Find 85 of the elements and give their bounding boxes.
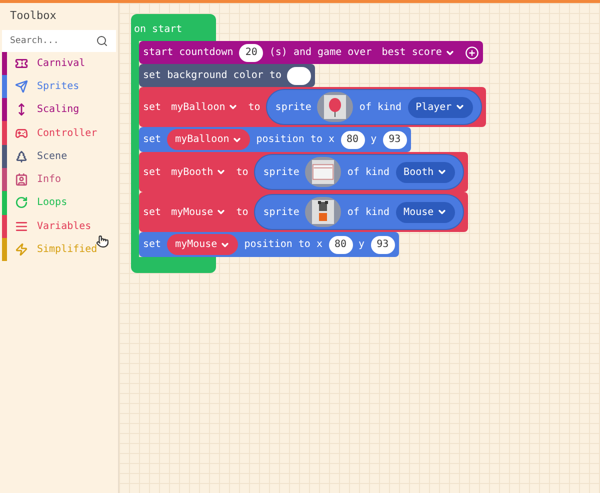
- search-icon: [96, 34, 108, 46]
- category-label: Sprites: [37, 80, 80, 94]
- reporter-label: sprite: [275, 100, 312, 114]
- block-label: set: [143, 238, 162, 252]
- reporter-label: of kind: [347, 166, 390, 180]
- block-label: to: [248, 100, 260, 114]
- code-block[interactable]: set myMouse to sprite of kind Mouse: [139, 192, 468, 232]
- block-label: set: [143, 206, 162, 220]
- reporter-label: sprite: [263, 206, 300, 220]
- loop-arrow-icon: [15, 196, 28, 210]
- caret-icon: [228, 102, 238, 112]
- category-label: Variables: [37, 220, 92, 234]
- sprite-reporter[interactable]: sprite of kind Player: [266, 89, 482, 125]
- hand-cursor-icon: [96, 235, 109, 248]
- lightning-icon: [15, 243, 28, 256]
- caret-icon: [454, 102, 465, 112]
- block-label: to: [236, 206, 248, 220]
- reporter-label: of kind: [359, 100, 402, 114]
- ticket-icon: [15, 56, 28, 70]
- toolbox-category[interactable]: Variables: [2, 214, 118, 238]
- variable-dropdown[interactable]: myBooth: [167, 164, 230, 180]
- code-block[interactable]: set myBalloon to sprite of kind Player: [139, 87, 486, 127]
- mouse-sprite-icon: [316, 201, 330, 223]
- toolbox-category[interactable]: Scene: [2, 144, 118, 168]
- add-icon[interactable]: [464, 46, 479, 60]
- gamepad-icon: [15, 126, 28, 140]
- block-label: position to x: [256, 133, 335, 147]
- search-field[interactable]: Search...: [2, 30, 116, 52]
- block-label: y: [370, 133, 377, 147]
- caret-icon: [216, 207, 226, 217]
- category-label: Scaling: [37, 103, 80, 118]
- paper-plane-icon: [15, 80, 28, 93]
- toolbox-category[interactable]: Controller: [2, 121, 118, 145]
- reporter-label: sprite: [263, 166, 300, 180]
- category-label: Scene: [37, 150, 68, 164]
- code-block[interactable]: set myMouse position to x 80 y 93: [139, 232, 399, 257]
- contact-card-icon: [15, 173, 28, 186]
- number-input[interactable]: 80: [328, 236, 353, 254]
- number-input[interactable]: 93: [382, 130, 407, 148]
- category-label: Info: [37, 173, 62, 188]
- toolbox-title: Toolbox: [10, 9, 56, 22]
- lines-icon: [15, 220, 28, 233]
- kind-dropdown[interactable]: Player: [408, 96, 473, 118]
- kind-dropdown[interactable]: Booth: [396, 162, 455, 182]
- category-label: Controller: [37, 126, 98, 141]
- variable-dropdown[interactable]: best score: [378, 45, 459, 60]
- toolbox-category[interactable]: Sprites: [2, 74, 118, 98]
- block-label: position to x: [244, 238, 322, 252]
- number-input[interactable]: 20: [239, 44, 264, 62]
- tree-icon: [15, 150, 28, 163]
- category-label: Simplified: [37, 243, 98, 258]
- variable-dropdown[interactable]: myBalloon: [167, 129, 250, 150]
- booth-sprite-icon: [312, 163, 334, 181]
- variable-dropdown[interactable]: myMouse: [167, 204, 230, 220]
- caret-icon: [216, 167, 226, 177]
- color-swatch[interactable]: [287, 66, 312, 84]
- category-label: Carnival: [37, 56, 86, 71]
- sprite-reporter[interactable]: sprite of kind Mouse: [254, 194, 464, 230]
- code-block[interactable]: set background color to: [139, 64, 316, 87]
- code-block[interactable]: set myBalloon position to x 80 y 93: [139, 127, 411, 152]
- block-label: start countdown: [143, 46, 234, 60]
- sprite-reporter[interactable]: sprite of kind Booth: [254, 154, 464, 190]
- variable-dropdown[interactable]: myMouse: [167, 234, 238, 255]
- reporter-label: of kind: [347, 206, 390, 220]
- block-label: set: [143, 133, 162, 147]
- code-block[interactable]: set myBooth to sprite of kind Booth: [139, 152, 468, 192]
- number-input[interactable]: 80: [340, 130, 365, 148]
- block-label: (s) and game over: [269, 46, 372, 60]
- hat-label: on start: [134, 24, 182, 35]
- toolbox-category[interactable]: Scaling: [2, 98, 118, 122]
- code-block[interactable]: start countdown 20 (s) and game over best score: [139, 41, 483, 64]
- block-label: set: [143, 100, 162, 114]
- block-label: set background color to: [143, 69, 282, 83]
- variable-dropdown[interactable]: myBalloon: [167, 100, 242, 114]
- block-label: to: [236, 166, 248, 180]
- category-label: Loops: [37, 196, 68, 210]
- balloon-sprite-icon: [327, 97, 344, 117]
- block-label: y: [358, 238, 365, 252]
- number-input[interactable]: 93: [370, 236, 395, 254]
- caret-icon: [436, 207, 447, 217]
- kind-dropdown[interactable]: Mouse: [396, 202, 455, 222]
- block-label: set: [143, 166, 162, 180]
- toolbox-category[interactable]: Carnival: [2, 52, 118, 75]
- caret-icon: [436, 167, 447, 177]
- toolbox-category[interactable]: Info: [2, 168, 118, 192]
